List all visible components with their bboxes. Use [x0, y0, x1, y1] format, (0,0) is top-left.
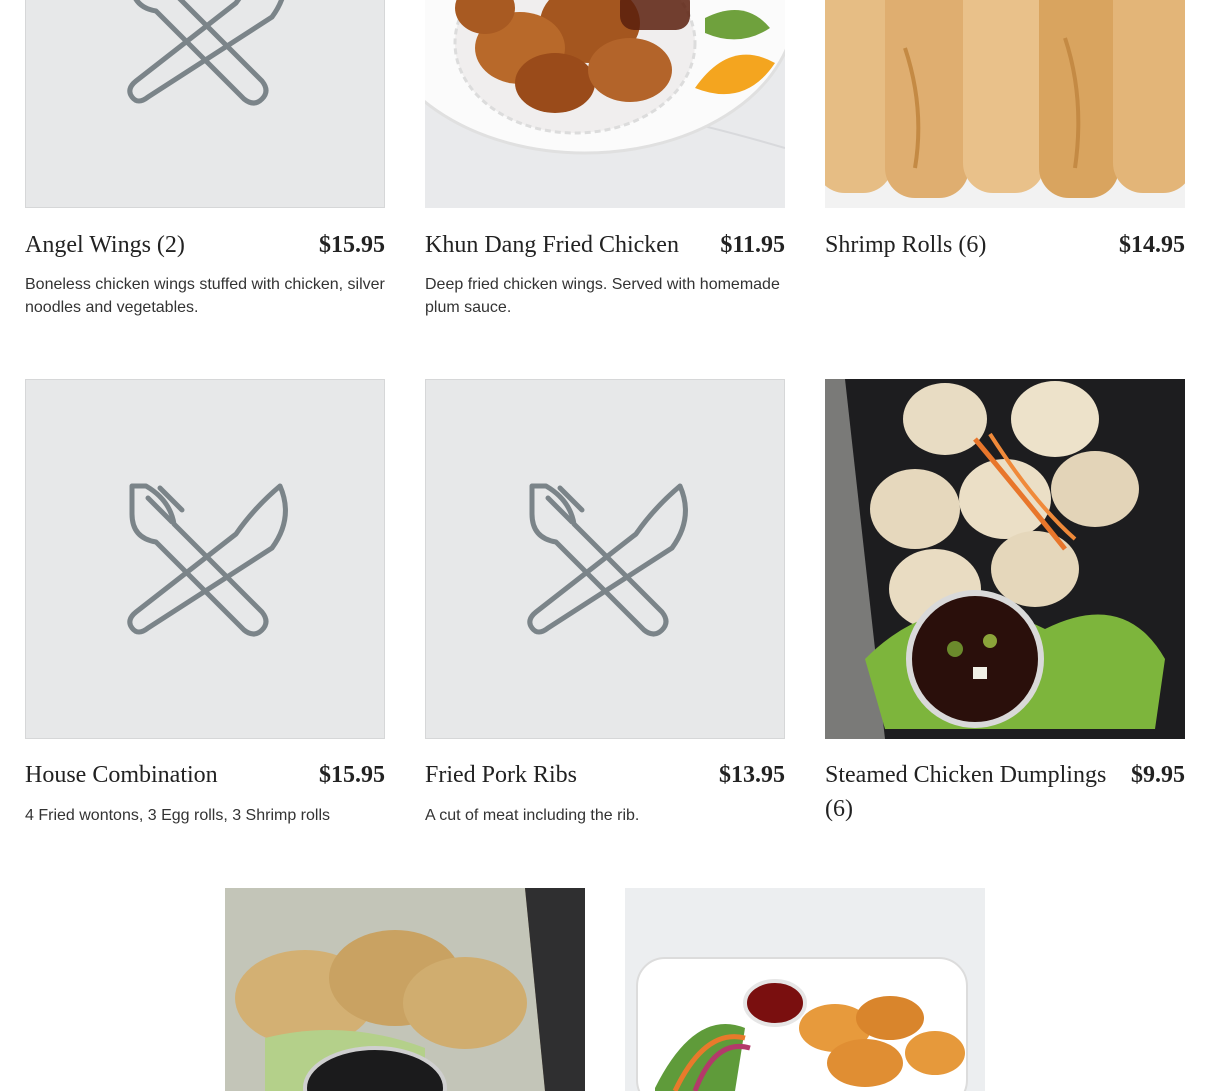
menu-item-price: $15.95 [319, 762, 385, 788]
menu-item-image-placeholder[interactable] [425, 379, 785, 739]
utensils-icon [127, 0, 285, 106]
menu-item-price: $15.95 [319, 232, 385, 258]
menu-item-description: A cut of meat including the rib. [425, 807, 640, 824]
menu-item-image-placeholder[interactable] [25, 0, 385, 208]
menu-item-name[interactable]: Khun Dang Fried Chicken [425, 228, 679, 262]
menu-item-name[interactable]: Shrimp Rolls (6) [825, 228, 986, 262]
utensils-icon [127, 483, 288, 637]
potstickers-photo[interactable] [225, 888, 585, 1091]
menu-item-image-placeholder[interactable] [25, 379, 385, 739]
fried-wontons-photo[interactable] [625, 888, 985, 1091]
menu-item-price: $9.95 [1131, 762, 1185, 788]
menu-item-description: 4 Fried wontons, 3 Egg rolls, 3 Shrimp r… [25, 807, 331, 824]
menu-item-name[interactable]: Steamed Chicken Dumplings (6) [825, 758, 1115, 826]
menu-item-description: Boneless chicken wings stuffed with chic… [25, 276, 385, 316]
menu-item-price: $13.95 [719, 762, 785, 788]
menu-item-price: $14.95 [1119, 232, 1185, 258]
menu-item-name[interactable]: House Combination [25, 758, 218, 792]
menu-item-name[interactable]: Fried Pork Ribs [425, 758, 577, 792]
fried-chicken-photo[interactable] [425, 0, 785, 208]
utensils-icon [527, 483, 688, 637]
menu-item-description: Deep fried chicken wings. Served with ho… [425, 276, 780, 316]
shrimp-rolls-photo[interactable] [825, 0, 1185, 208]
steamed-dumplings-photo[interactable] [825, 379, 1185, 739]
menu-item-price: $11.95 [720, 232, 785, 258]
menu-item-name[interactable]: Angel Wings (2) [25, 228, 185, 262]
